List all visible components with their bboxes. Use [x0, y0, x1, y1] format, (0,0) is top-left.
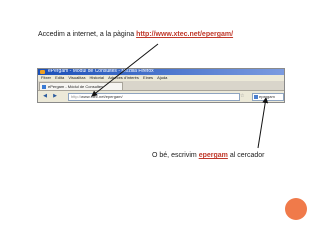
tab-label: ePergam - Mòdul de Consultes — [48, 84, 104, 89]
search-term-highlight: epergam — [198, 152, 228, 159]
caption-text: Accedim a internet, a la pàgina — [38, 31, 135, 38]
url-prefix: http:// — [71, 94, 82, 99]
address-bar[interactable]: http://www.xtec.net/epergam/ — [68, 93, 240, 101]
bookmark-star-icon[interactable]: ☆ — [240, 93, 244, 100]
caption-text-after: al cercador — [229, 152, 265, 159]
caption-text-before: O bé, escrivim — [152, 152, 197, 159]
back-arrow-icon[interactable]: ◀ — [42, 93, 48, 99]
tab-bar: ePergam - Mòdul de Consultes — [38, 81, 284, 91]
decorative-circle — [285, 198, 307, 220]
tab-epergam[interactable]: ePergam - Mòdul de Consultes — [39, 82, 123, 90]
search-value: epergam — [259, 94, 275, 99]
navigation-bar: ◀ ▶ http://www.xtec.net/epergam/ ☆ eperg… — [38, 91, 284, 102]
page-favicon-icon — [42, 84, 46, 89]
instruction-caption-top: Accedim a internet, a la pàgina http://w… — [38, 31, 233, 38]
firefox-icon — [40, 70, 45, 74]
instruction-caption-bottom: O bé, escrivim epergam al cercador — [152, 152, 264, 159]
epergam-url-link[interactable]: http://www.xtec.net/epergam/ — [136, 31, 233, 38]
arrow-to-search-box — [257, 97, 269, 149]
url-value: www.xtec.net/epergam/ — [81, 94, 123, 99]
window-title: ePergam - Mòdul de Consultes - Mozilla F… — [48, 68, 154, 74]
search-input[interactable]: epergam — [252, 93, 284, 101]
browser-screenshot: ePergam - Mòdul de Consultes - Mozilla F… — [37, 68, 285, 103]
search-engine-icon[interactable] — [254, 94, 258, 99]
forward-arrow-icon[interactable]: ▶ — [52, 93, 58, 99]
